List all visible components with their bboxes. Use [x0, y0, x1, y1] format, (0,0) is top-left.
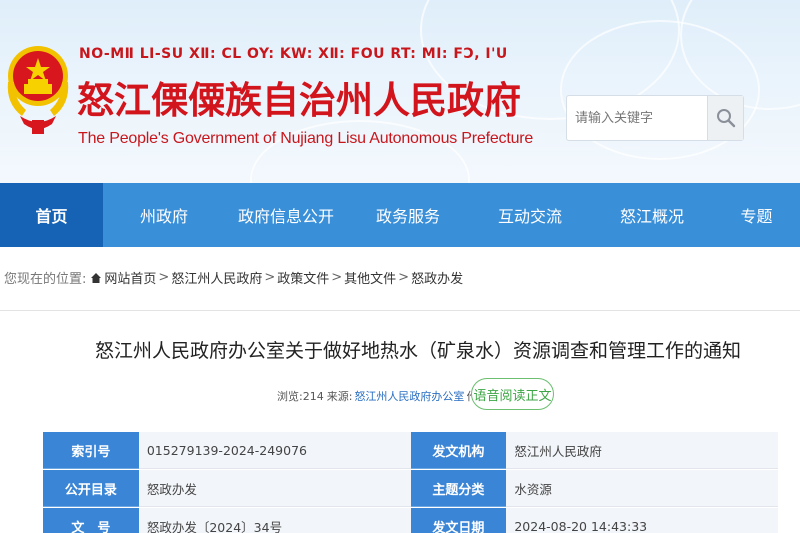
info-label: 索引号 [43, 432, 139, 469]
info-label: 发文日期 [410, 508, 507, 533]
search-icon [716, 109, 735, 128]
breadcrumb-separator: > [331, 270, 343, 285]
search-button[interactable] [707, 96, 743, 140]
breadcrumb-link-policy[interactable]: 政策文件 [277, 268, 329, 287]
nav-item-topics[interactable]: 专题 [713, 183, 800, 247]
info-value: 015279139-2024-249076 [138, 432, 411, 469]
nav-item-government[interactable]: 州政府 [103, 183, 225, 247]
home-icon [91, 272, 102, 283]
table-row: 公开目录 怒政办发 主题分类 水资源 [43, 470, 778, 508]
site-header: NO-MⅡ LI-SU XⅡ: CL OY: KW: XⅡ: FOU RT: M… [0, 0, 800, 183]
table-row: 索引号 015279139-2024-249076 发文机构 怒江州人民政府 [43, 432, 778, 470]
national-emblem-icon [7, 46, 69, 134]
breadcrumb-link-prefecture-gov[interactable]: 怒江州人民政府 [171, 268, 262, 287]
document-info-table: 索引号 015279139-2024-249076 发文机构 怒江州人民政府 公… [43, 432, 778, 533]
breadcrumb-prefix: 您现在的位置: [4, 272, 87, 287]
content-divider [0, 310, 800, 311]
breadcrumb-separator: > [158, 270, 170, 285]
search-box [566, 95, 744, 141]
nav-item-services[interactable]: 政务服务 [347, 183, 469, 247]
breadcrumb: 您现在的位置: 网站首页 > 怒江州人民政府 > 政策文件 > 其他文件 > 怒… [4, 268, 463, 287]
nav-item-home[interactable]: 首页 [0, 183, 103, 247]
breadcrumb-separator: > [264, 270, 276, 285]
source-value: 怒江州人民政府办公室 [354, 390, 465, 403]
site-title-chinese: 怒江傈僳族自治州人民政府 [77, 78, 521, 122]
main-nav: 首页 州政府 政府信息公开 政务服务 互动交流 怒江概况 专题 [0, 183, 800, 247]
lisu-title: NO-MⅡ LI-SU XⅡ: CL OY: KW: XⅡ: FOU RT: M… [79, 46, 508, 62]
breadcrumb-link-home[interactable]: 网站首页 [104, 268, 156, 287]
views-label: 浏览: [277, 390, 303, 403]
views-count: 214 [302, 389, 324, 403]
site-title-english: The People's Government of Nujiang Lisu … [78, 130, 534, 147]
nav-item-overview[interactable]: 怒江概况 [591, 183, 713, 247]
table-row: 文 号 怒政办发〔2024〕34号 发文日期 2024-08-20 14:43:… [43, 508, 778, 533]
search-input[interactable] [567, 96, 707, 140]
info-label: 发文机构 [410, 432, 507, 469]
info-label: 主题分类 [410, 470, 507, 507]
breadcrumb-separator: > [398, 270, 410, 285]
info-label: 公开目录 [43, 470, 139, 507]
breadcrumb-link-other-docs[interactable]: 其他文件 [344, 268, 396, 287]
read-aloud-button[interactable]: 语音阅读正文 [471, 378, 554, 410]
info-value: 怒政办发〔2024〕34号 [138, 508, 411, 533]
source-label: 来源: [326, 390, 353, 403]
article-title: 怒江州人民政府办公室关于做好地热水（矿泉水）资源调查和管理工作的通知 [94, 340, 741, 362]
info-value: 怒江州人民政府 [506, 432, 778, 469]
info-value: 2024-08-20 14:43:33 [506, 508, 778, 533]
breadcrumb-link-current[interactable]: 怒政办发 [411, 268, 463, 287]
nav-item-interaction[interactable]: 互动交流 [469, 183, 591, 247]
article-meta: 浏览: 214 来源: 怒江州人民政府办公室 作者: [277, 388, 492, 404]
info-label: 文 号 [43, 508, 139, 533]
info-value: 水资源 [506, 470, 778, 507]
nav-item-info-disclosure[interactable]: 政府信息公开 [225, 183, 347, 247]
info-value: 怒政办发 [138, 470, 411, 507]
